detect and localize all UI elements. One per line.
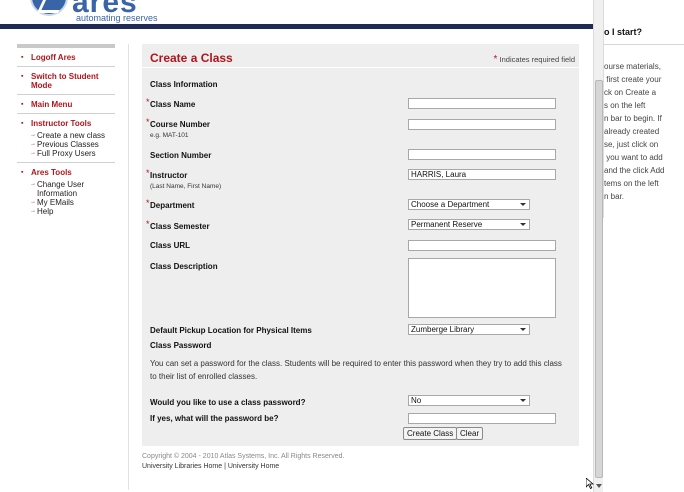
page-scrollbar[interactable] [593,0,603,492]
help-title: o I start? [604,27,643,37]
required-marker: * [146,117,150,127]
scroll-down-icon[interactable] [596,484,602,488]
sidebar-block-switch: Switch to Student Mode [17,72,115,95]
course-number-input[interactable] [408,119,556,130]
chevron-down-icon [520,328,526,331]
course-number-label: * Course Number [146,117,211,129]
sidebar-link-main-menu[interactable]: Main Menu [17,100,115,109]
title-divider [142,67,579,68]
ares-logo-icon[interactable] [30,0,68,16]
help-divider [604,44,684,45]
sidebar-link-ares-tools[interactable]: Ares Tools [17,168,115,177]
required-marker: * [146,198,150,208]
section-class-information: Class Information [150,80,218,89]
course-number-hint: e.g. MAT-101 [150,132,189,139]
required-note-text: Indicates required field [499,55,575,64]
department-select-value: Choose a Department [411,200,490,209]
password-label: If yes, what will the password be? [150,414,279,423]
sidebar-block-ares-tools: Ares Tools Change User Information My EM… [17,168,115,220]
sidebar-item-previous-classes[interactable]: Previous Classes [17,140,115,149]
sidebar-item-change-user-info[interactable]: Change User Information [17,180,115,198]
footer-links[interactable]: University Libraries Home | University H… [142,463,279,470]
required-note: * Indicates required field [494,54,575,65]
mouse-cursor-icon [586,478,594,489]
help-body: ourse materials, first create your ck on… [604,62,665,201]
sidebar-link-instructor-tools[interactable]: Instructor Tools [17,119,115,128]
section-class-password: Class Password [150,341,212,350]
password-description: You can set a password for the class. St… [150,359,562,381]
section-number-input[interactable] [408,149,556,160]
sidebar-item-full-proxy[interactable]: Full Proxy Users [17,149,115,158]
course-number-label-text: Course Number [150,120,211,129]
instructor-label: * Instructor [146,168,188,180]
pickup-location-select[interactable]: Zumberge Library [408,324,530,335]
semester-label-text: Class Semester [150,222,210,231]
use-password-select[interactable]: No [408,395,530,406]
sidebar-item-create-class[interactable]: Create a new class [17,131,115,140]
password-input[interactable] [408,413,556,424]
class-url-label: Class URL [150,241,191,250]
required-marker: * [146,168,150,178]
right-background [603,218,684,492]
sidebar-cap [17,44,115,48]
app-header: ares automating reserves [0,0,596,30]
semester-select[interactable]: Permanent Reserve [408,219,530,230]
class-name-label-text: Class Name [150,100,196,109]
help-panel: o I start? ourse materials, first create… [603,0,684,218]
section-number-label: Section Number [150,151,212,160]
department-select[interactable]: Choose a Department [408,199,530,210]
instructor-input[interactable]: HARRIS, Laura [408,169,556,180]
create-class-button[interactable]: Create Class [403,427,458,440]
chevron-down-icon [520,223,526,226]
use-password-value: No [411,396,422,405]
sidebar-item-help[interactable]: Help [17,207,115,216]
sidebar-block-main: Main Menu [17,100,115,114]
department-label: * Department [146,198,195,210]
footer-copyright: Copyright © 2004 - 2010 Atlas Systems, I… [142,453,345,460]
class-name-label: * Class Name [146,97,196,109]
sidebar-link-logoff[interactable]: Logoff Ares [17,53,115,62]
scrollbar-thumb[interactable] [595,80,603,478]
sidebar-block-instructor: Instructor Tools Create a new class Prev… [17,119,115,163]
sidebar-item-my-emails[interactable]: My EMails [17,198,115,207]
class-name-input[interactable] [408,98,556,109]
chevron-down-icon [520,399,526,402]
required-star: * [493,54,498,65]
sidebar-block-session: Logoff Ares [17,53,115,67]
pickup-location-label: Default Pickup Location for Physical Ite… [150,326,312,335]
class-description-textarea[interactable] [408,258,556,318]
semester-label: * Class Semester [146,219,210,231]
use-password-label: Would you like to use a class password? [150,398,306,407]
required-marker: * [146,97,150,107]
class-url-input[interactable] [408,240,556,251]
pickup-location-value: Zumberge Library [411,325,475,334]
chevron-down-icon [520,203,526,206]
sidebar-nav: Logoff Ares Switch to Student Mode Main … [17,44,115,225]
header-bar [0,24,596,29]
page-title: Create a Class [150,51,233,65]
instructor-label-text: Instructor [150,171,188,180]
instructor-hint: (Last Name, First Name) [150,183,222,190]
class-description-label: Class Description [150,262,218,271]
sidebar-divider [128,44,129,490]
create-class-panel: Create a Class * Indicates required fiel… [142,44,579,446]
required-marker: * [146,219,150,229]
clear-button[interactable]: Clear [456,427,484,440]
semester-select-value: Permanent Reserve [411,220,483,229]
sidebar-link-switch-student[interactable]: Switch to Student Mode [17,72,115,90]
logo-tagline: automating reserves [76,13,158,23]
department-label-text: Department [150,201,195,210]
